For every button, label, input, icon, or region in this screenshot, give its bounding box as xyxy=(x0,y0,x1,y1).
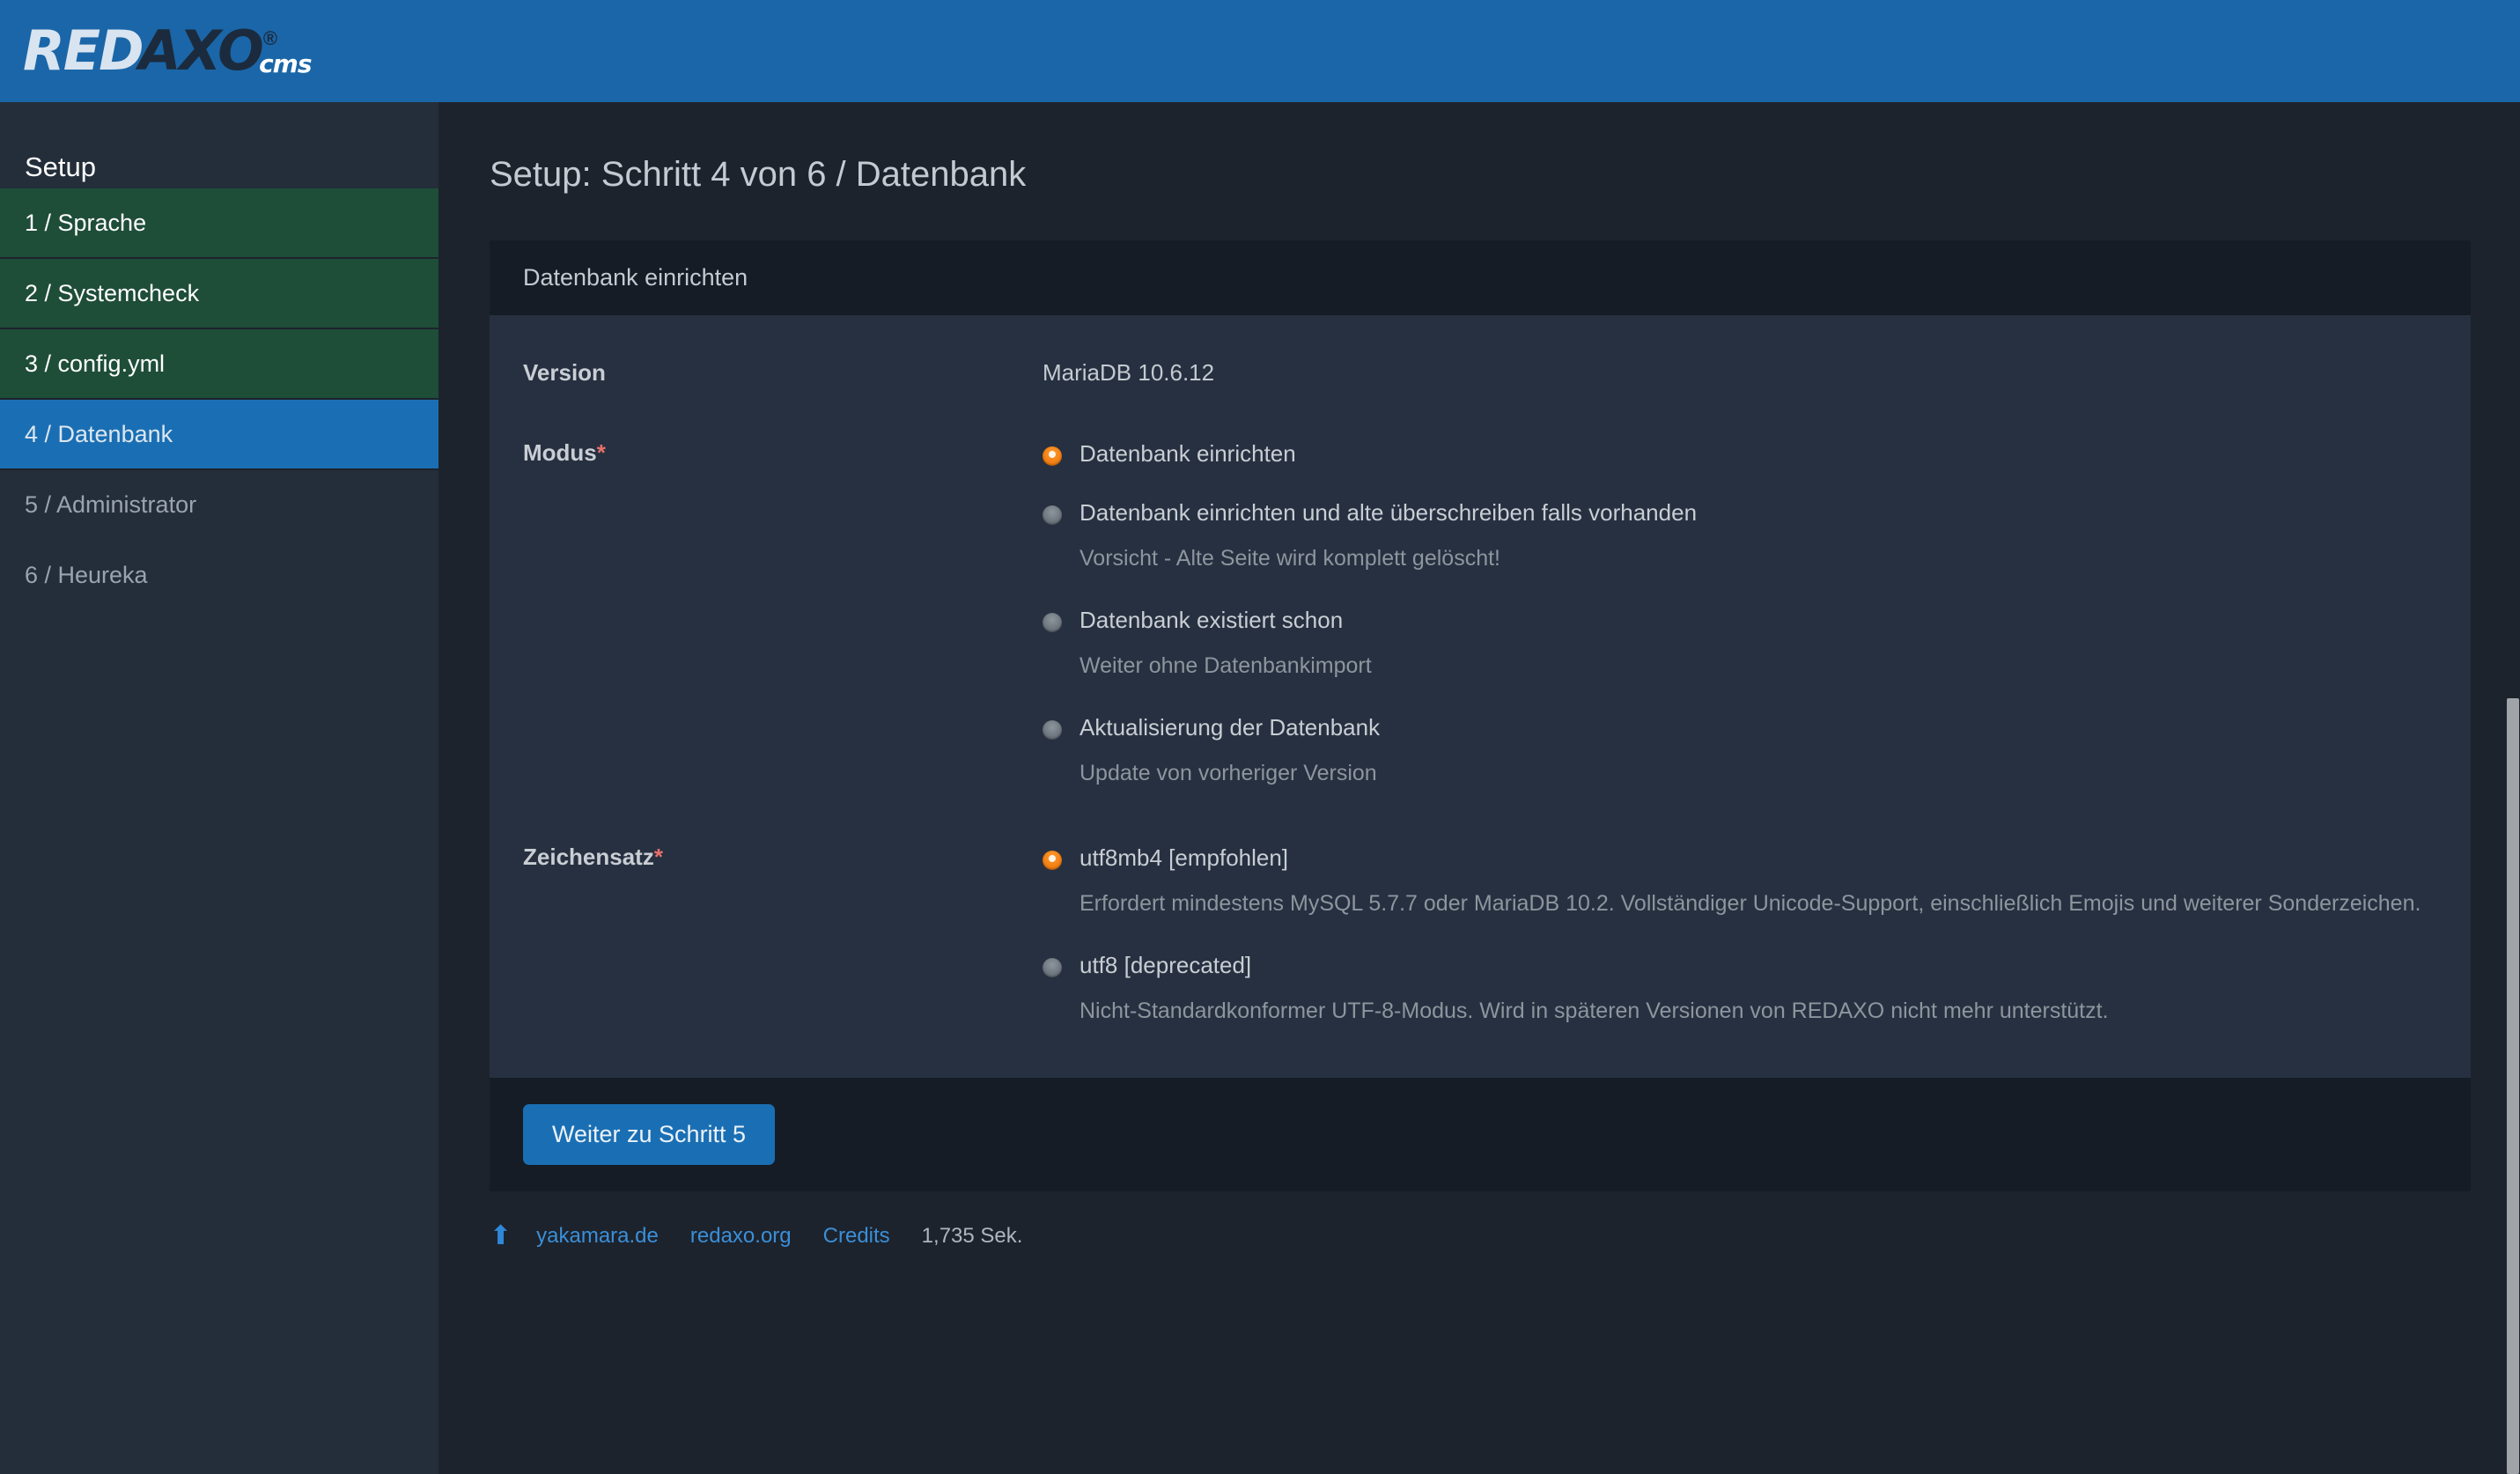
top-bar: RED AXO ® cms xyxy=(0,0,2520,102)
radio-button-icon-selected[interactable] xyxy=(1043,850,1062,870)
radio-option-label: utf8 [deprecated] xyxy=(1079,951,1252,978)
sidebar-item-administrator[interactable]: 5 / Administrator xyxy=(0,470,438,541)
footer-link-redaxo[interactable]: redaxo.org xyxy=(690,1224,792,1249)
logo-text-axo: AXO xyxy=(138,18,264,83)
form-row-version: Version MariaDB 10.6.12 xyxy=(523,356,2471,387)
footer-link-credits[interactable]: Credits xyxy=(823,1224,890,1249)
footer-link-yakamara[interactable]: yakamara.de xyxy=(536,1224,659,1249)
radio-option-label: Aktualisierung der Datenbank xyxy=(1079,713,1381,741)
registered-trademark-icon: ® xyxy=(262,27,278,49)
radio-option[interactable]: Aktualisierung der Datenbank Update von … xyxy=(1043,713,2471,791)
form-row-zeichensatz: Zeichensatz* utf8mb4 [empfohlen] Erforde… xyxy=(523,840,2471,1028)
radio-option-help: Weiter ohne Datenbankimport xyxy=(1079,653,1372,678)
logo-text-red: RED xyxy=(23,18,144,83)
version-label: Version xyxy=(523,359,606,386)
sidebar-item-systemcheck[interactable]: 2 / Systemcheck xyxy=(0,259,438,329)
redaxo-logo[interactable]: RED AXO ® cms xyxy=(23,18,313,83)
radio-option-help: Update von vorheriger Version xyxy=(1079,761,1377,785)
radio-option-help: Nicht-Standardkonformer UTF-8-Modus. Wir… xyxy=(1079,999,2109,1023)
sidebar-item-label: 6 / Heureka xyxy=(25,561,148,588)
radio-option-label: Datenbank einrichten xyxy=(1079,440,1296,467)
radio-button-icon[interactable] xyxy=(1043,719,1062,740)
arrow-up-icon[interactable]: ⬆ xyxy=(490,1222,512,1249)
logo-text-cms: cms xyxy=(259,49,312,78)
page-title: Setup: Schritt 4 von 6 / Datenbank xyxy=(490,155,1027,194)
radio-button-icon[interactable] xyxy=(1043,612,1062,632)
vertical-scrollbar[interactable] xyxy=(2495,102,2520,1474)
page-footer: ⬆ yakamara.de redaxo.org Credits 1,735 S… xyxy=(490,1191,2520,1249)
sidebar-item-heureka[interactable]: 6 / Heureka xyxy=(0,541,438,611)
zeichensatz-label-text: Zeichensatz xyxy=(523,843,654,870)
sidebar-item-label: 1 / Sprache xyxy=(25,209,147,236)
zeichensatz-label: Zeichensatz* xyxy=(523,840,1043,871)
sidebar-item-label: 3 / config.yml xyxy=(25,350,166,377)
panel-footer: Weiter zu Schritt 5 xyxy=(490,1077,2471,1191)
modus-radio-group: Datenbank einrichten Datenbank einrichte… xyxy=(1043,436,2471,791)
version-value: MariaDB 10.6.12 xyxy=(1043,359,1215,386)
zeichensatz-radio-group: utf8mb4 [empfohlen] Erfordert mindestens… xyxy=(1043,840,2471,1028)
radio-option[interactable]: utf8 [deprecated] Nicht-Standardkonforme… xyxy=(1043,951,2471,1028)
sidebar-item-sprache[interactable]: 1 / Sprache xyxy=(0,188,438,259)
sidebar-item-datenbank[interactable]: 4 / Datenbank xyxy=(0,400,438,470)
sidebar-item-configyml[interactable]: 3 / config.yml xyxy=(0,329,438,400)
radio-option[interactable]: Datenbank einrichten und alte überschrei… xyxy=(1043,498,2471,576)
sidebar-item-label: 5 / Administrator xyxy=(25,490,197,518)
radio-option[interactable]: Datenbank existiert schon Weiter ohne Da… xyxy=(1043,606,2471,683)
sidebar-item-label: 4 / Datenbank xyxy=(25,420,173,447)
radio-option-label: utf8mb4 [empfohlen] xyxy=(1079,844,1289,871)
panel-body: Version MariaDB 10.6.12 Modus* Datenbank… xyxy=(490,315,2471,1078)
radio-option-label: Datenbank einrichten und alte überschrei… xyxy=(1079,498,1698,526)
sidebar: Setup 1 / Sprache 2 / Systemcheck 3 / co… xyxy=(0,102,438,1474)
main-content: Setup: Schritt 4 von 6 / Datenbank Daten… xyxy=(438,102,2520,1474)
required-asterisk: * xyxy=(596,439,606,466)
radio-button-icon[interactable] xyxy=(1043,957,1062,977)
required-asterisk: * xyxy=(653,843,663,870)
database-setup-panel: Datenbank einrichten Version MariaDB 10.… xyxy=(490,240,2471,1191)
radio-button-icon-selected[interactable] xyxy=(1043,446,1062,466)
scrollbar-thumb[interactable] xyxy=(2507,698,2519,1474)
form-row-modus: Modus* Datenbank einrichten Datenbank ei… xyxy=(523,436,2471,791)
radio-button-icon[interactable] xyxy=(1043,505,1062,525)
radio-option[interactable]: utf8mb4 [empfohlen] Erfordert mindestens… xyxy=(1043,844,2471,921)
modus-label-text: Modus xyxy=(523,439,597,466)
sidebar-item-label: 2 / Systemcheck xyxy=(25,279,200,306)
panel-title: Datenbank einrichten xyxy=(490,240,2471,315)
modus-label: Modus* xyxy=(523,436,1043,467)
page-render-time: 1,735 Sek. xyxy=(921,1223,1023,1248)
radio-option[interactable]: Datenbank einrichten xyxy=(1043,439,2471,468)
radio-option-label: Datenbank existiert schon xyxy=(1079,606,1344,633)
next-step-button[interactable]: Weiter zu Schritt 5 xyxy=(523,1103,776,1165)
sidebar-title: Setup xyxy=(25,151,97,182)
page-shell: Setup 1 / Sprache 2 / Systemcheck 3 / co… xyxy=(0,102,2520,1474)
radio-option-help: Erfordert mindestens MySQL 5.7.7 oder Ma… xyxy=(1079,891,2421,916)
radio-option-help: Vorsicht - Alte Seite wird komplett gelö… xyxy=(1079,546,1500,571)
